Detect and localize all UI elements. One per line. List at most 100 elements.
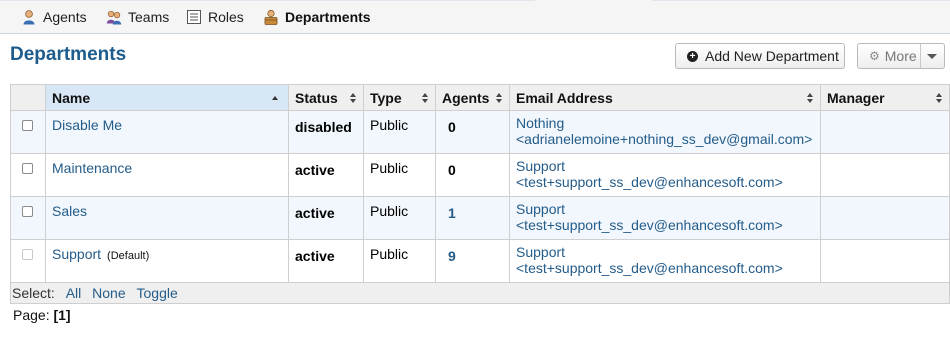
type-value: Public — [370, 160, 409, 176]
select-all-link[interactable]: All — [66, 285, 82, 301]
agents-cell: 0 — [435, 153, 510, 197]
row-checkbox[interactable] — [22, 120, 33, 131]
nav-item-agents[interactable]: Agents — [21, 6, 87, 28]
type-value: Public — [370, 117, 409, 133]
plus-circle-icon: + — [687, 50, 698, 62]
email-address-link[interactable]: <test+support_ss_dev@enhancesoft.com> — [516, 260, 783, 276]
column-header-manager[interactable]: Manager — [820, 84, 950, 111]
agents-count: 0 — [448, 119, 456, 135]
agents-count: 0 — [448, 162, 456, 178]
email-name-link[interactable]: Support — [516, 201, 565, 217]
agents-cell: 1 — [435, 196, 510, 240]
type-cell: Public — [363, 239, 436, 283]
table-header-row: Name Status Type Agents Email Address Ma… — [10, 84, 950, 111]
email-name-link[interactable]: Nothing — [516, 115, 564, 131]
email-address-link[interactable]: <test+support_ss_dev@enhancesoft.com> — [516, 217, 783, 233]
agents-count-link[interactable]: 9 — [448, 248, 456, 264]
column-header-email[interactable]: Email Address — [509, 84, 821, 111]
row-select-cell — [10, 196, 46, 240]
agents-count-link[interactable]: 1 — [448, 205, 456, 221]
gear-icon: ⚙ — [869, 49, 880, 63]
email-cell: Nothing <adrianelemoine+nothing_ss_dev@g… — [509, 110, 821, 154]
row-select-cell — [10, 153, 46, 197]
nav-item-teams[interactable]: Teams — [106, 6, 169, 28]
column-header-type[interactable]: Type — [363, 84, 436, 111]
nav-item-label: Teams — [128, 9, 170, 25]
status-cell: active — [288, 239, 364, 283]
departments-table: Name Status Type Agents Email Address Ma… — [10, 84, 950, 304]
select-bar: Select: All None Toggle — [10, 282, 950, 304]
column-header-name[interactable]: Name — [45, 84, 289, 111]
row-checkbox[interactable] — [22, 163, 33, 174]
status-cell: disabled — [288, 110, 364, 154]
sort-ascending-icon — [272, 96, 278, 100]
department-name-link[interactable]: Disable Me — [52, 117, 122, 133]
status-cell: active — [288, 196, 364, 240]
name-cell: Maintenance — [45, 153, 289, 197]
manager-cell — [820, 110, 950, 154]
nav-item-label: Agents — [43, 9, 87, 25]
sort-icon — [936, 93, 943, 105]
type-value: Public — [370, 203, 409, 219]
more-button[interactable]: ⚙ More — [857, 43, 945, 69]
row-select-cell — [10, 239, 46, 283]
row-checkbox-disabled — [22, 249, 33, 260]
name-cell: Disable Me — [45, 110, 289, 154]
nav-item-roles[interactable]: Roles — [186, 6, 244, 28]
department-name-link[interactable]: Support — [52, 246, 101, 262]
status-value: active — [295, 205, 335, 221]
email-name-link[interactable]: Support — [516, 158, 565, 174]
manager-cell — [820, 239, 950, 283]
row-checkbox[interactable] — [22, 206, 33, 217]
table-row: Maintenance active Public 0 Support <tes… — [10, 153, 950, 197]
type-cell: Public — [363, 196, 436, 240]
email-name-link[interactable]: Support — [516, 244, 565, 260]
pagination-label: Page: — [13, 307, 50, 323]
status-value: active — [295, 248, 335, 264]
teams-icon — [106, 10, 122, 25]
column-header-status[interactable]: Status — [288, 84, 364, 111]
department-icon — [264, 9, 278, 25]
current-page: [1] — [53, 307, 71, 323]
name-cell: Sales — [45, 196, 289, 240]
type-value: Public — [370, 246, 409, 262]
nav-item-departments[interactable]: Departments — [263, 6, 371, 28]
department-name-link[interactable]: Sales — [52, 203, 87, 219]
select-column-header — [10, 84, 46, 111]
nav-item-label: Roles — [208, 9, 244, 25]
nav-divider — [0, 0, 535, 1]
type-cell: Public — [363, 110, 436, 154]
sort-icon — [496, 93, 503, 105]
email-address-link[interactable]: <adrianelemoine+nothing_ss_dev@gmail.com… — [516, 131, 812, 147]
page-title: Departments — [10, 44, 127, 65]
sort-icon — [807, 93, 814, 105]
add-department-button[interactable]: + Add New Department — [675, 43, 845, 69]
top-navigation: Agents Teams Roles Departments — [0, 0, 950, 34]
manager-cell — [820, 196, 950, 240]
sort-icon — [350, 93, 357, 105]
status-value: active — [295, 162, 335, 178]
type-cell: Public — [363, 153, 436, 197]
pagination: Page: [1] — [13, 307, 71, 323]
email-cell: Support <test+support_ss_dev@enhancesoft… — [509, 239, 821, 283]
select-toggle-link[interactable]: Toggle — [137, 285, 178, 301]
table-row: Support (Default) active Public 9 Support… — [10, 239, 950, 283]
email-cell: Support <test+support_ss_dev@enhancesoft… — [509, 196, 821, 240]
email-address-link[interactable]: <test+support_ss_dev@enhancesoft.com> — [516, 174, 783, 190]
nav-divider — [652, 0, 950, 1]
roles-icon — [187, 10, 201, 24]
row-select-cell — [10, 110, 46, 154]
department-name-link[interactable]: Maintenance — [52, 160, 132, 176]
select-none-link[interactable]: None — [92, 285, 125, 301]
table-row: Sales active Public 1 Support <test+supp… — [10, 196, 950, 240]
caret-down-icon[interactable] — [927, 54, 937, 59]
column-header-agents[interactable]: Agents — [435, 84, 510, 111]
status-cell: active — [288, 153, 364, 197]
status-value: disabled — [295, 119, 352, 135]
default-tag: (Default) — [107, 250, 150, 262]
more-label: More — [884, 48, 917, 64]
agent-icon — [23, 10, 35, 25]
agents-cell: 9 — [435, 239, 510, 283]
nav-item-label: Departments — [285, 9, 371, 25]
agents-cell: 0 — [435, 110, 510, 154]
